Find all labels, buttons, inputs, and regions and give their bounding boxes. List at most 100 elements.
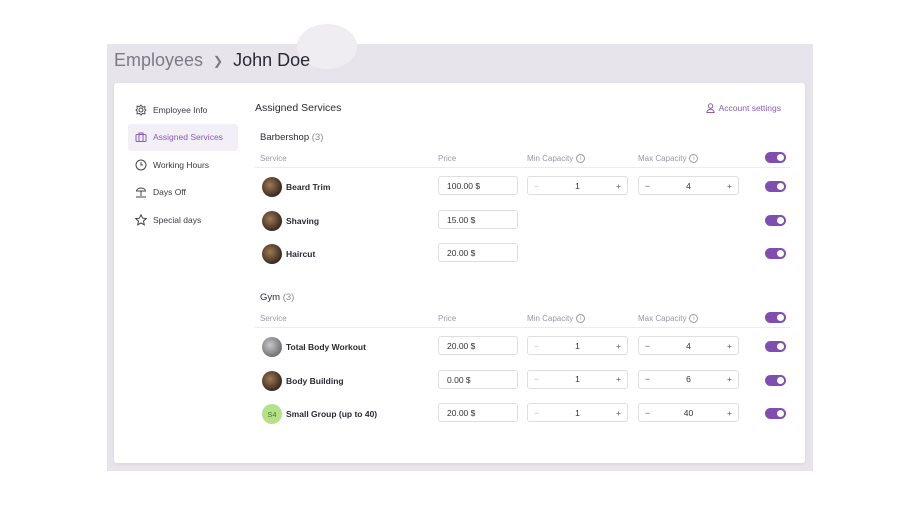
col-service: Service	[260, 154, 287, 163]
col-max-label: Max Capacity	[638, 154, 687, 163]
table-row: Total Body Workout 20.00 $ − 1 + − 4 +	[255, 335, 790, 359]
group-count: (3)	[282, 292, 295, 303]
price-input[interactable]: 0.00 $	[438, 369, 518, 389]
service-toggle[interactable]	[765, 408, 786, 419]
service-name: Small Group (up to 40)	[286, 409, 378, 419]
min-capacity-stepper: − 1 +	[527, 336, 628, 355]
service-toggle[interactable]	[765, 181, 786, 192]
table-header: Service Price Min Capacity i Max Capacity…	[255, 152, 790, 168]
table-row: Haircut 20.00 $	[255, 242, 790, 266]
plus-icon[interactable]: +	[616, 408, 621, 418]
col-max-capacity: Max Capacity i	[638, 154, 699, 163]
service-toggle[interactable]	[765, 374, 786, 386]
min-capacity-stepper: − 1 +	[527, 403, 628, 422]
service-name: Body Building	[286, 375, 344, 386]
sidebar-item-employee-info[interactable]: Employee Info	[128, 96, 238, 123]
sidebar-item-label: Special days	[153, 214, 202, 225]
minus-icon[interactable]: −	[645, 181, 650, 191]
minus-icon[interactable]: −	[645, 341, 650, 351]
sidebar-item-label: Days Off	[153, 187, 186, 197]
group-title: Barbershop (3)	[260, 132, 323, 143]
plus-icon[interactable]: +	[727, 181, 732, 191]
plus-icon[interactable]: +	[727, 374, 732, 384]
col-max-capacity: Max Capacity i	[638, 314, 699, 323]
group-name: Gym	[260, 292, 281, 303]
plus-icon[interactable]: +	[616, 181, 621, 191]
table-row: Beard Trim 100.00 $ − 1 + − 4 +	[255, 175, 790, 199]
min-capacity-stepper: − 1 +	[527, 369, 628, 389]
min-capacity-value[interactable]: 1	[575, 408, 580, 418]
service-avatar	[262, 244, 282, 264]
max-capacity-stepper: − 4 +	[638, 176, 739, 195]
table-row: Shaving 15.00 $	[255, 209, 790, 233]
price-input[interactable]: 15.00 $	[438, 209, 518, 229]
employee-card: Employee Info Assigned Services Working …	[114, 83, 805, 463]
col-min-label: Min Capacity	[527, 154, 574, 163]
clock-icon	[135, 159, 147, 170]
min-capacity-value[interactable]: 1	[575, 341, 580, 351]
service-toggle[interactable]	[765, 341, 786, 352]
user-icon	[705, 103, 715, 113]
col-price: Price	[438, 154, 457, 163]
plus-icon[interactable]: +	[727, 341, 732, 351]
service-toggle[interactable]	[765, 248, 786, 259]
min-capacity-value[interactable]: 1	[575, 374, 580, 384]
breadcrumb: Employees ❯ John Doe	[114, 50, 310, 71]
sidebar-item-label: Working Hours	[153, 159, 210, 170]
price-input[interactable]: 20.00 $	[438, 403, 518, 422]
sidebar-item-label: Assigned Services	[153, 132, 223, 142]
min-capacity-value[interactable]: 1	[575, 181, 580, 191]
minus-icon[interactable]: −	[534, 181, 539, 191]
col-min-label: Min Capacity	[527, 314, 574, 323]
info-icon[interactable]: i	[576, 154, 586, 163]
price-input[interactable]: 20.00 $	[438, 336, 518, 355]
sidebar-item-label: Employee Info	[153, 104, 208, 115]
max-capacity-value[interactable]: 40	[684, 408, 693, 418]
max-capacity-stepper: − 40 +	[638, 403, 739, 422]
assigned-services-panel: Assigned Services Account settings Barbe…	[255, 83, 795, 463]
group-toggle[interactable]	[765, 152, 786, 163]
gear-flower-icon	[135, 103, 147, 116]
col-price: Price	[438, 314, 457, 323]
sidebar-item-assigned-services[interactable]: Assigned Services	[128, 123, 238, 151]
account-settings-label: Account settings	[718, 103, 781, 113]
group-toggle[interactable]	[765, 312, 786, 323]
chevron-right-icon: ❯	[213, 53, 224, 68]
service-avatar	[262, 177, 282, 197]
col-max-label: Max Capacity	[638, 314, 687, 323]
min-capacity-stepper: − 1 +	[527, 176, 628, 195]
minus-icon[interactable]: −	[645, 408, 650, 418]
account-settings-link[interactable]: Account settings	[705, 103, 781, 113]
price-input[interactable]: 100.00 $	[438, 176, 518, 195]
plus-icon[interactable]: +	[727, 408, 732, 418]
sidebar-item-working-hours[interactable]: Working Hours	[128, 151, 238, 178]
max-capacity-value[interactable]: 4	[686, 341, 691, 351]
plus-icon[interactable]: +	[616, 341, 621, 351]
briefcase-icon	[135, 132, 147, 142]
page-title: John Doe	[233, 50, 311, 70]
info-icon[interactable]: i	[689, 154, 699, 163]
info-icon[interactable]: i	[689, 314, 699, 323]
col-min-capacity: Min Capacity i	[527, 154, 586, 163]
max-capacity-value[interactable]: 4	[686, 181, 691, 191]
info-icon[interactable]: i	[576, 314, 586, 323]
group-title: Gym (3)	[260, 292, 294, 303]
service-avatar	[262, 370, 282, 391]
service-avatar	[262, 210, 282, 231]
table-row: Body Building 0.00 $ − 1 + − 6 +	[255, 369, 790, 393]
minus-icon[interactable]: −	[534, 408, 539, 418]
sidebar: Employee Info Assigned Services Working …	[128, 96, 238, 234]
minus-icon[interactable]: −	[534, 341, 539, 351]
plus-icon[interactable]: +	[616, 374, 621, 384]
service-toggle[interactable]	[765, 214, 786, 226]
price-input[interactable]: 20.00 $	[438, 243, 518, 262]
sidebar-item-days-off[interactable]: Days Off	[128, 179, 238, 206]
minus-icon[interactable]: −	[534, 374, 539, 384]
sidebar-item-special-days[interactable]: Special days	[128, 206, 238, 233]
service-avatar	[262, 337, 282, 357]
max-capacity-value[interactable]: 6	[686, 374, 691, 384]
star-icon	[135, 213, 147, 226]
service-avatar: S4	[262, 404, 282, 424]
breadcrumb-employees[interactable]: Employees	[114, 50, 203, 71]
minus-icon[interactable]: −	[645, 374, 650, 384]
